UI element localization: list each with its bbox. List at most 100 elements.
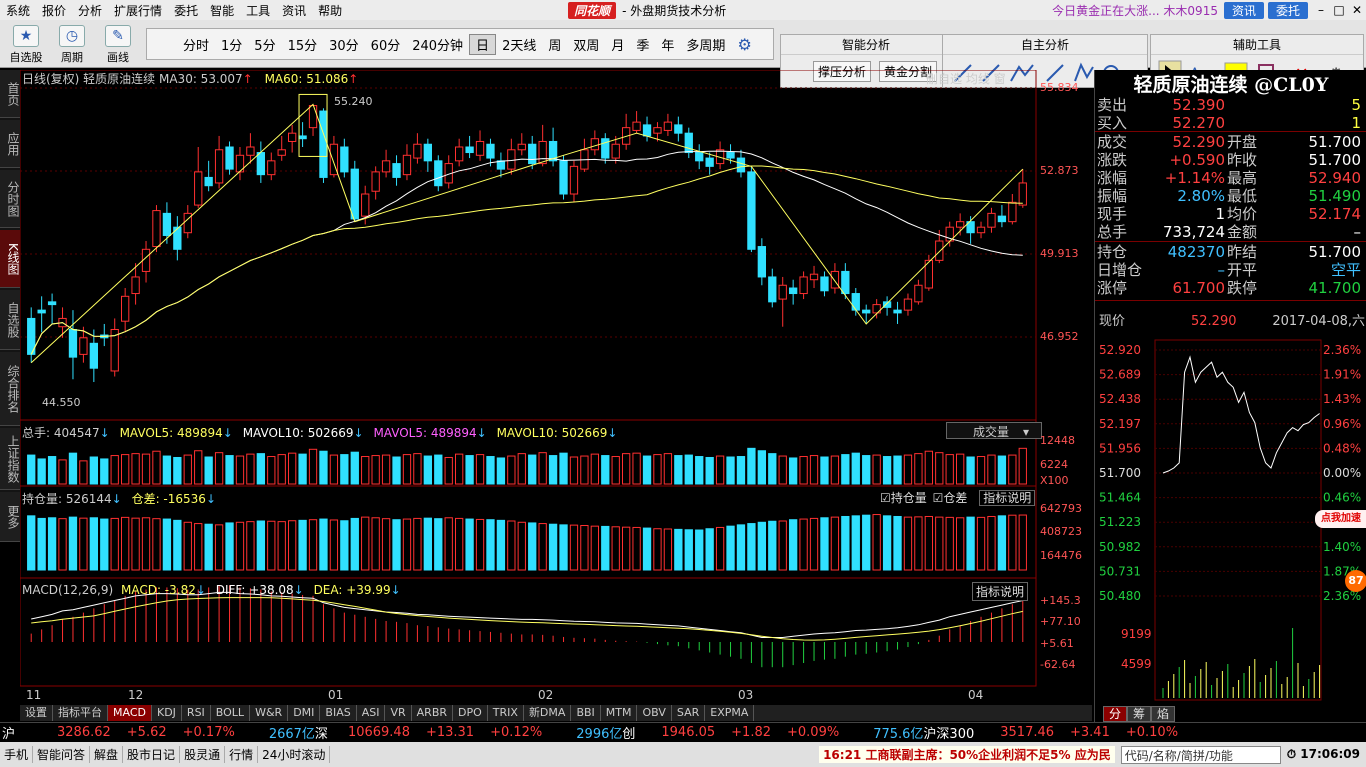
indicator-tab-8[interactable]: BIAS xyxy=(320,705,357,721)
analysis-link[interactable]: 解盘 xyxy=(90,746,124,763)
period-6[interactable]: 240分钟 xyxy=(406,35,469,54)
menu-extended[interactable]: 扩展行情 xyxy=(108,2,168,19)
intraday-vol-tick: 4599 xyxy=(1121,657,1152,671)
indicator-tab-13[interactable]: TRIX xyxy=(488,705,524,721)
indicator-tab-5[interactable]: BOLL xyxy=(211,705,251,721)
oi-bar xyxy=(288,520,297,571)
menu-smart[interactable]: 智能 xyxy=(204,2,240,19)
menu-info[interactable]: 资讯 xyxy=(276,2,312,19)
quote-tab-0[interactable]: 分 xyxy=(1103,706,1128,722)
macd-help-button[interactable]: 指标说明 xyxy=(972,582,1029,601)
candle xyxy=(976,226,986,234)
period-0[interactable]: 分时 xyxy=(177,35,215,54)
period-1[interactable]: 1分 xyxy=(215,35,248,54)
market-link[interactable]: 行情 xyxy=(225,746,259,763)
info-button[interactable]: 资讯 xyxy=(1223,1,1264,19)
indicator-tab-0[interactable]: 设置 xyxy=(20,705,53,721)
candle xyxy=(747,171,756,250)
period-7[interactable]: 日 xyxy=(469,33,497,55)
period-button[interactable]: ◷ 周期 xyxy=(52,24,92,64)
left-tab-1[interactable]: 应用 xyxy=(0,120,20,168)
period-14[interactable]: 多周期 xyxy=(680,35,731,54)
chart-svg[interactable] xyxy=(19,69,1092,706)
indicator-tab-10[interactable]: VR xyxy=(385,705,412,721)
qa-link[interactable]: 智能问答 xyxy=(33,746,91,763)
oi-options[interactable]: ☑持仓量 ☑仓差 指标说明 xyxy=(880,489,1036,506)
period-8[interactable]: 2天线 xyxy=(496,35,542,54)
cy-index-label[interactable]: 创 xyxy=(622,723,635,742)
quote-value: 52.270 xyxy=(1172,114,1226,132)
indicator-tab-1[interactable]: 指标平台 xyxy=(53,705,108,721)
indicator-tab-15[interactable]: BBI xyxy=(571,705,601,721)
search-input[interactable]: 代码/名称/简拼/功能 xyxy=(1120,745,1281,764)
news-ticker[interactable]: 今日黄金正在大涨... 木木0915 xyxy=(1052,2,1218,19)
period-9[interactable]: 周 xyxy=(542,35,567,54)
quote-tab-2[interactable]: 焰 xyxy=(1151,706,1176,722)
sz-index-label[interactable]: 深 xyxy=(315,723,328,742)
menu-help[interactable]: 帮助 xyxy=(312,2,348,19)
candle xyxy=(68,328,78,358)
indicator-tab-19[interactable]: EXPMA xyxy=(705,705,755,721)
left-tab-3[interactable]: K线图 xyxy=(0,230,20,288)
draw-line-button[interactable]: ✎ 画线 xyxy=(98,24,138,64)
period-4[interactable]: 30分 xyxy=(323,35,365,54)
diary-link[interactable]: 股市日记 xyxy=(123,746,181,763)
minimize-icon[interactable]: – xyxy=(1312,3,1330,17)
left-tab-6[interactable]: 上证指数 xyxy=(0,428,20,490)
left-tab-2[interactable]: 分时图 xyxy=(0,170,20,228)
period-10[interactable]: 双周 xyxy=(567,35,605,54)
period-11[interactable]: 月 xyxy=(605,35,630,54)
candle xyxy=(517,143,526,151)
hs300-label[interactable]: 沪深300 xyxy=(923,723,974,742)
volume-bar xyxy=(705,456,714,485)
watchlist-button[interactable]: ★ 自选股 xyxy=(6,24,46,64)
speed-up-button[interactable]: 点我加速 xyxy=(1315,510,1366,528)
period-5[interactable]: 60分 xyxy=(365,35,407,54)
rolling-news-link[interactable]: 24小时滚动 xyxy=(258,746,331,763)
indicator-tab-2[interactable]: MACD xyxy=(108,705,152,721)
period-12[interactable]: 季 xyxy=(630,35,655,54)
indicator-tab-16[interactable]: MTM xyxy=(601,705,638,721)
indicator-tab-12[interactable]: DPO xyxy=(453,705,488,721)
mobile-link[interactable]: 手机 xyxy=(0,746,34,763)
indicator-tab-14[interactable]: 新DMA xyxy=(524,705,572,721)
menu-quote[interactable]: 报价 xyxy=(36,2,72,19)
news-headline[interactable]: 16:21 工商联副主席：50%企业利润不足5% 应为民 xyxy=(819,746,1115,763)
close-icon[interactable]: ✕ xyxy=(1348,3,1366,17)
sh-index-label[interactable]: 沪 xyxy=(2,723,15,742)
left-tab-4[interactable]: 自选股 xyxy=(0,290,20,350)
menu-analysis[interactable]: 分析 xyxy=(72,2,108,19)
period-settings-icon[interactable]: ⚙ xyxy=(737,35,751,54)
oi-bar xyxy=(277,521,286,571)
indicator-tab-4[interactable]: RSI xyxy=(182,705,211,721)
indicator-selector[interactable]: 成交量 ▾ xyxy=(946,422,1042,439)
indicator-tab-6[interactable]: W&R xyxy=(250,705,289,721)
indicator-tab-3[interactable]: KDJ xyxy=(152,705,182,721)
menu-tools[interactable]: 工具 xyxy=(240,2,276,19)
period-2[interactable]: 5分 xyxy=(248,35,281,54)
macd-y-tick: -62.64 xyxy=(1040,658,1076,671)
trade-button[interactable]: 委托 xyxy=(1267,1,1308,19)
left-tab-5[interactable]: 综合排名 xyxy=(0,352,20,426)
guling-link[interactable]: 股灵通 xyxy=(180,746,226,763)
indicator-tab-11[interactable]: ARBR xyxy=(412,705,454,721)
left-tab-0[interactable]: 首页 xyxy=(0,70,20,118)
notification-badge[interactable]: 87 xyxy=(1345,570,1366,592)
kline-tools[interactable]: 刪自选 均线 窗 xyxy=(926,70,1006,87)
maximize-icon[interactable]: □ xyxy=(1330,3,1348,17)
volume-bar xyxy=(507,455,516,485)
indicator-tab-17[interactable]: OBV xyxy=(637,705,672,721)
candle xyxy=(935,240,944,261)
quote-tab-1[interactable]: 筹 xyxy=(1127,706,1152,722)
volume-bar xyxy=(235,455,245,485)
period-13[interactable]: 年 xyxy=(655,35,680,54)
candle xyxy=(736,157,746,173)
oi-bar xyxy=(799,518,808,571)
left-tab-7[interactable]: 更多 xyxy=(0,492,20,542)
period-3[interactable]: 15分 xyxy=(282,35,324,54)
indicator-tab-18[interactable]: SAR xyxy=(672,705,706,721)
menu-system[interactable]: 系统 xyxy=(0,2,36,19)
indicator-tab-7[interactable]: DMI xyxy=(288,705,321,721)
indicator-tab-9[interactable]: ASI xyxy=(357,705,386,721)
menu-trade[interactable]: 委托 xyxy=(168,2,204,19)
